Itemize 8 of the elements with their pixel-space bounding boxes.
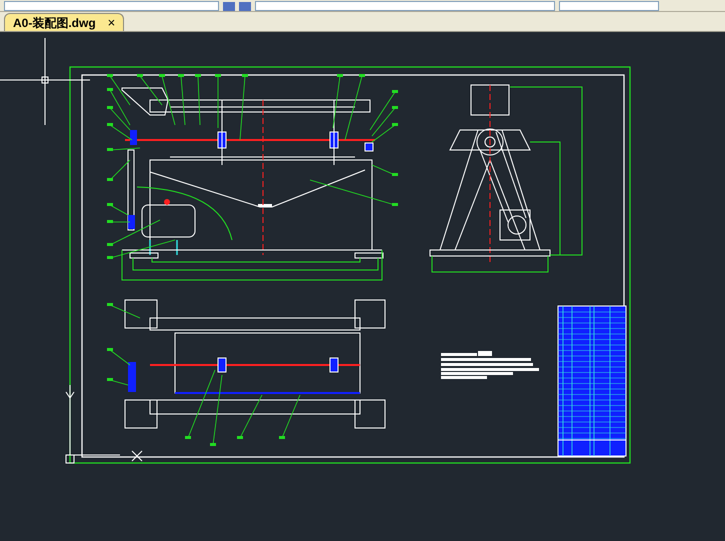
linetype-dropdown[interactable] bbox=[559, 1, 659, 11]
file-tab[interactable]: A0-装配图.dwg × bbox=[4, 13, 124, 31]
color-dropdown[interactable] bbox=[255, 1, 555, 11]
layer-dropdown[interactable] bbox=[4, 1, 219, 11]
crosshair-cursor-icon bbox=[0, 38, 90, 126]
close-button[interactable]: × bbox=[108, 12, 116, 32]
tab-label: A0-装配图.dwg bbox=[13, 14, 96, 32]
ucs-icon bbox=[66, 384, 142, 464]
